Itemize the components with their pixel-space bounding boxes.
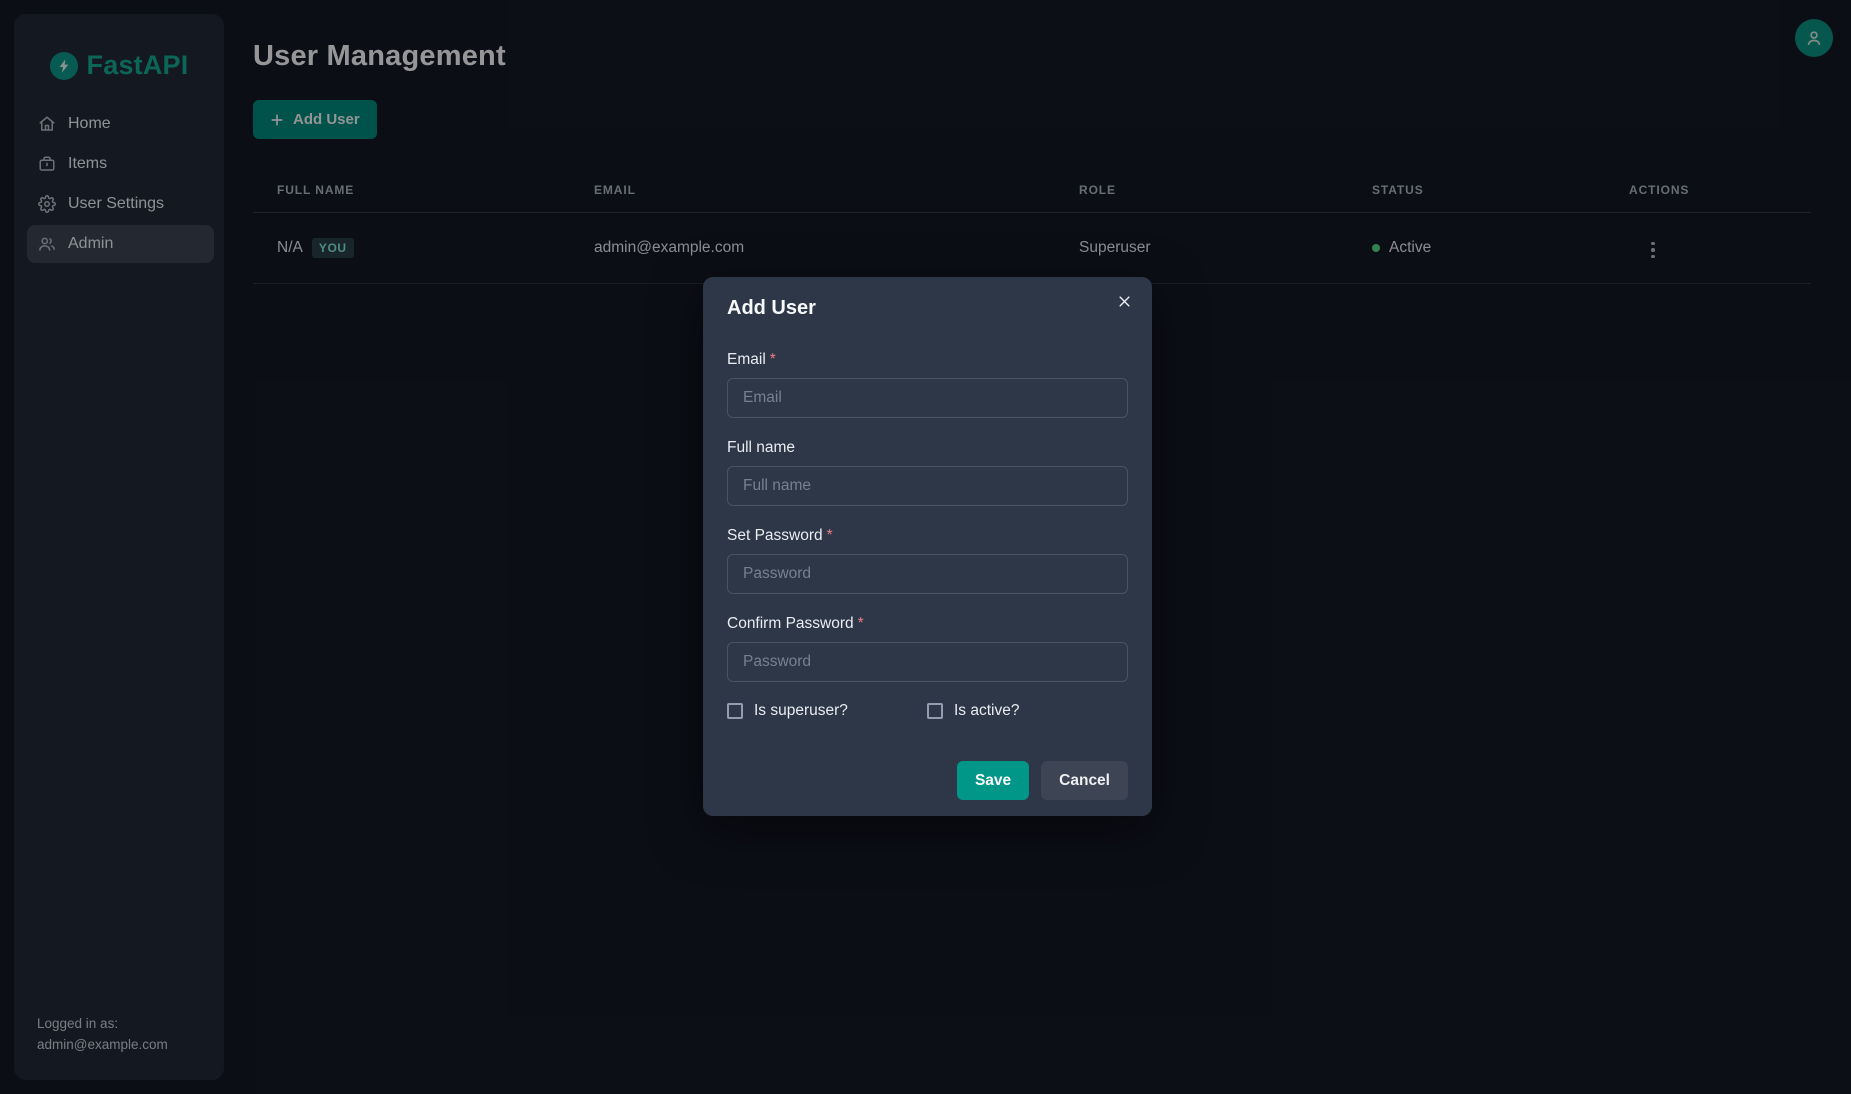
full-name-field-group: Full name (727, 438, 1128, 506)
required-asterisk: * (858, 615, 864, 632)
checkbox-row: Is superuser? Is active? (727, 702, 1128, 720)
is-active-label: Is active? (954, 702, 1019, 720)
modal-close-button[interactable] (1108, 285, 1140, 317)
set-password-field-label: Set Password (727, 527, 823, 544)
full-name-field-label: Full name (727, 439, 795, 456)
modal-footer: Save Cancel (957, 761, 1128, 800)
is-superuser-label: Is superuser? (754, 702, 848, 720)
checkbox-icon (727, 703, 743, 719)
cancel-button[interactable]: Cancel (1041, 761, 1128, 800)
set-password-field-group: Set Password* (727, 526, 1128, 594)
modal-title: Add User (727, 294, 816, 322)
checkbox-icon (927, 703, 943, 719)
add-user-modal: Add User Email* Full name Set Password* … (703, 277, 1152, 816)
confirm-password-field-label: Confirm Password (727, 615, 854, 632)
full-name-field[interactable] (727, 466, 1128, 506)
email-field[interactable] (727, 378, 1128, 418)
is-active-checkbox[interactable]: Is active? (927, 702, 1128, 720)
save-button[interactable]: Save (957, 761, 1029, 800)
confirm-password-field-group: Confirm Password* (727, 614, 1128, 682)
is-superuser-checkbox[interactable]: Is superuser? (727, 702, 927, 720)
app-screen: FastAPI Home Items User Settings (0, 0, 1851, 1094)
email-field-label: Email (727, 351, 766, 368)
required-asterisk: * (770, 351, 776, 368)
email-field-group: Email* (727, 350, 1128, 418)
set-password-field[interactable] (727, 554, 1128, 594)
confirm-password-field[interactable] (727, 642, 1128, 682)
modal-body: Email* Full name Set Password* Confirm P… (727, 350, 1128, 720)
required-asterisk: * (827, 527, 833, 544)
close-icon (1117, 294, 1132, 309)
